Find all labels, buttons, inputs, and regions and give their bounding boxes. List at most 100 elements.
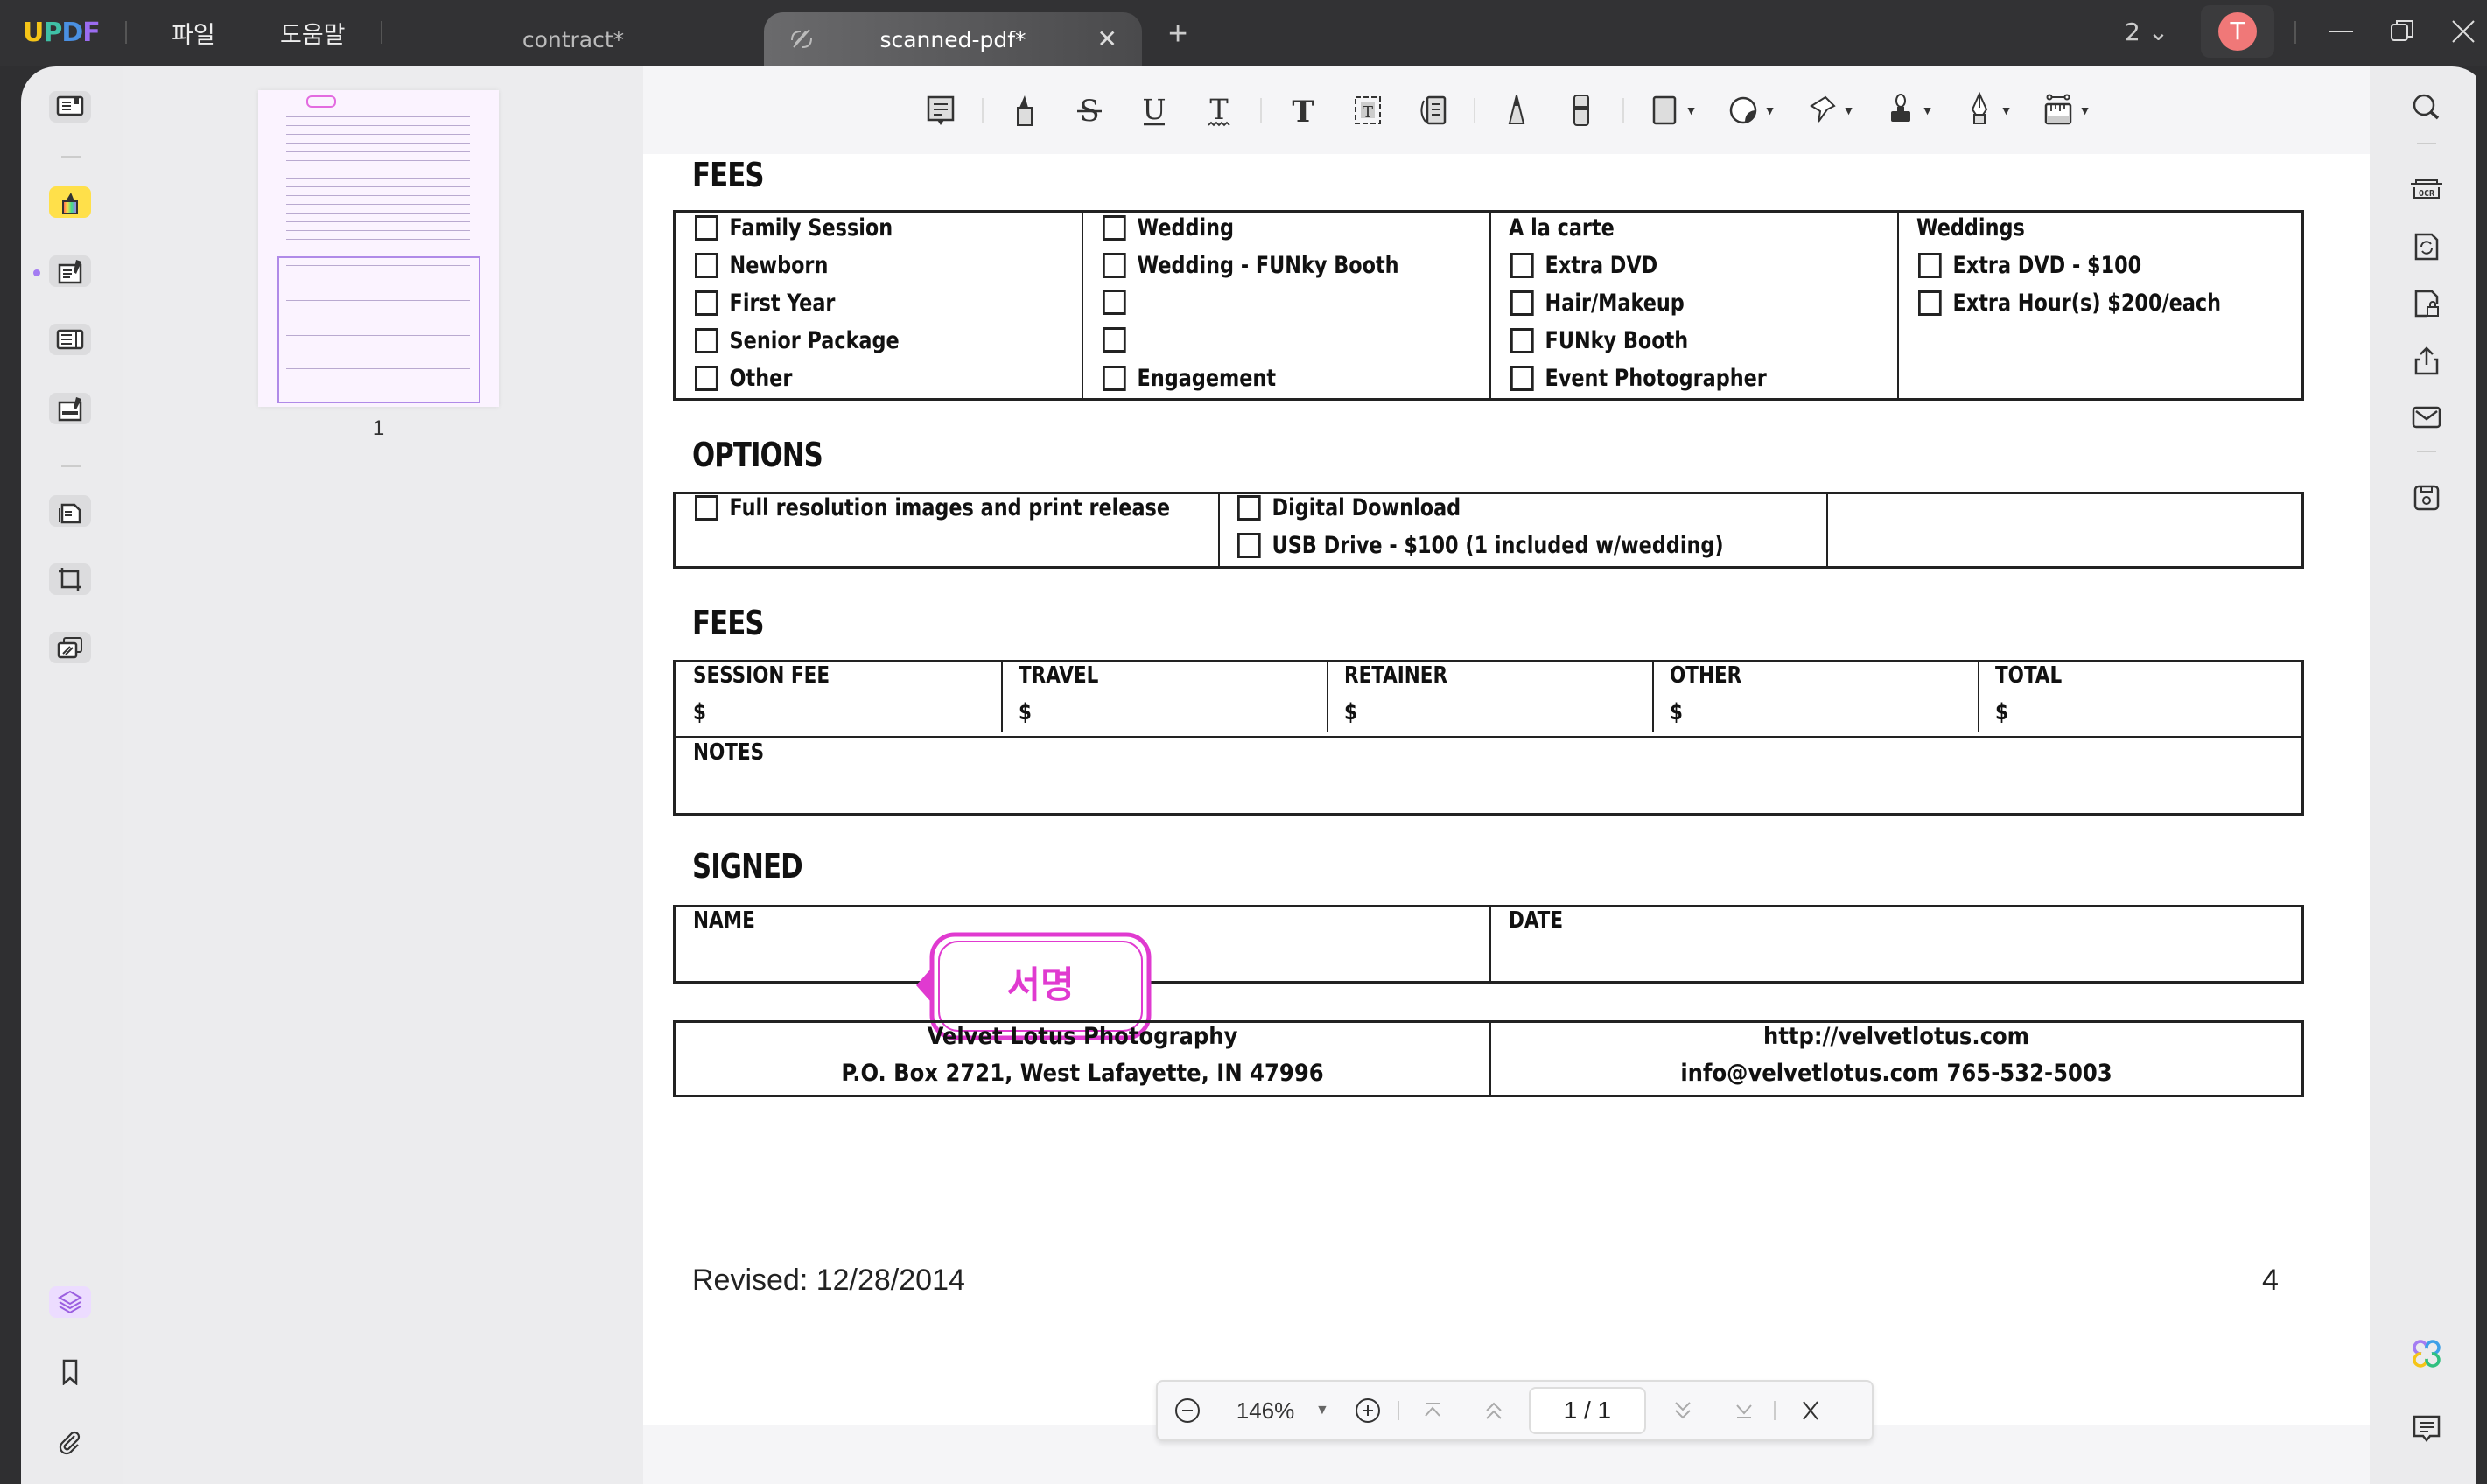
protect-button[interactable]	[2408, 285, 2445, 322]
fee-value[interactable]: $	[1670, 699, 1683, 725]
zoom-level[interactable]: 146%	[1235, 1397, 1296, 1424]
checkbox[interactable]	[695, 366, 718, 391]
checkbox[interactable]	[1103, 253, 1126, 278]
layers-button[interactable]	[49, 1286, 91, 1318]
next-page-button[interactable]	[1669, 1396, 1697, 1424]
checkbox-item[interactable]: Family Session	[695, 214, 893, 242]
checkbox-item[interactable]	[1103, 290, 1138, 315]
fee-value[interactable]: $	[1995, 699, 2008, 725]
checkbox[interactable]	[1103, 366, 1126, 391]
zoom-out-button[interactable]	[1173, 1396, 1201, 1424]
checkbox-item[interactable]: Extra Hour(s) $200/each	[1918, 290, 2221, 317]
crop-button[interactable]	[49, 564, 91, 595]
text-tool[interactable]: T	[1278, 85, 1328, 136]
checkbox[interactable]	[1103, 290, 1126, 315]
checkbox[interactable]	[1510, 366, 1534, 391]
checkbox-item[interactable]	[1103, 327, 1138, 353]
edit-pdf-button[interactable]	[49, 256, 91, 287]
sticker-tool[interactable]: ▼	[1719, 85, 1783, 136]
checkbox[interactable]	[1237, 533, 1261, 558]
ocr-button[interactable]: OCR	[2408, 171, 2445, 207]
pin-tool[interactable]: ▼	[1797, 85, 1862, 136]
fee-value[interactable]: $	[1344, 699, 1357, 725]
checkbox-item[interactable]: Extra DVD - $100	[1918, 252, 2141, 279]
sticky-note-tool[interactable]	[915, 85, 966, 136]
company-website[interactable]: http://velvetlotus.com	[1489, 1023, 2303, 1050]
checkbox-item[interactable]: Digital Download	[1237, 494, 1461, 522]
menu-file[interactable]: 파일	[172, 16, 215, 50]
fill-sign-button[interactable]	[49, 393, 91, 424]
reader-mode-button[interactable]	[49, 91, 91, 122]
email-button[interactable]	[2408, 399, 2445, 436]
checkbox-item[interactable]: Engagement	[1103, 365, 1276, 392]
pencil-tool[interactable]	[1491, 85, 1542, 136]
checkbox-item[interactable]: Event Photographer	[1510, 365, 1767, 392]
eraser-tool[interactable]	[1556, 85, 1607, 136]
measure-tool[interactable]: ▼	[2034, 85, 2098, 136]
search-button[interactable]	[2408, 89, 2445, 126]
checkbox[interactable]	[1918, 290, 1942, 316]
checkbox-item[interactable]: Extra DVD	[1510, 252, 1657, 279]
page-number-input[interactable]: 1 / 1	[1528, 1387, 1646, 1434]
close-navigation-button[interactable]	[1797, 1396, 1825, 1424]
checkbox-item[interactable]: Senior Package	[695, 327, 900, 354]
checkbox-item[interactable]: Newborn	[695, 252, 828, 279]
checkbox[interactable]	[695, 215, 718, 241]
last-page-button[interactable]	[1730, 1396, 1758, 1424]
shape-tool[interactable]: ▼	[1640, 85, 1705, 136]
checkbox-item[interactable]: Hair/Makeup	[1510, 290, 1685, 317]
fee-value[interactable]: $	[693, 699, 706, 725]
stamp-tool[interactable]: ▼	[1876, 85, 1941, 136]
underline-tool[interactable]: U	[1129, 85, 1180, 136]
checkbox-item[interactable]: First Year	[695, 290, 835, 317]
checkbox-item[interactable]: FUNky Booth	[1510, 327, 1688, 354]
watermark-button[interactable]	[49, 632, 91, 663]
save-button[interactable]	[2408, 480, 2445, 516]
text-box-tool[interactable]: T	[1342, 85, 1393, 136]
zoom-in-button[interactable]	[1354, 1396, 1382, 1424]
tab-contract[interactable]: contract*	[438, 12, 709, 66]
checkbox-item[interactable]: USB Drive - $100 (1 included w/wedding)	[1237, 532, 1724, 559]
checkbox-item[interactable]: Wedding - FUNky Booth	[1103, 252, 1399, 279]
first-page-button[interactable]	[1419, 1396, 1447, 1424]
ai-assistant-button[interactable]	[2408, 1335, 2445, 1372]
checkbox-item[interactable]: Wedding	[1103, 214, 1234, 242]
text-callout-tool[interactable]	[1407, 85, 1458, 136]
checkbox[interactable]	[1510, 328, 1534, 354]
checkbox[interactable]	[1918, 253, 1942, 278]
organize-pages-button[interactable]	[49, 495, 91, 527]
close-window-icon[interactable]	[2446, 14, 2481, 49]
share-button[interactable]	[2408, 343, 2445, 380]
minimize-icon[interactable]	[2323, 14, 2358, 49]
checkbox-item[interactable]: Full resolution images and print release	[695, 494, 1170, 522]
checkbox[interactable]	[1510, 290, 1534, 316]
checkbox[interactable]	[695, 328, 718, 354]
zoom-dropdown-icon[interactable]: ▼	[1315, 1403, 1329, 1418]
checkbox[interactable]	[695, 495, 718, 521]
checkbox[interactable]	[1510, 253, 1534, 278]
highlight-tool[interactable]	[999, 85, 1050, 136]
checkbox-item[interactable]: Other	[695, 365, 792, 392]
close-tab-icon[interactable]: ✕	[1097, 24, 1117, 53]
checkbox[interactable]	[1237, 495, 1261, 521]
checkbox[interactable]	[1103, 215, 1126, 241]
bookmark-button[interactable]	[49, 1356, 91, 1388]
checkbox[interactable]	[695, 253, 718, 278]
menu-help[interactable]: 도움말	[280, 16, 346, 50]
account-button[interactable]: T	[2201, 5, 2274, 58]
previous-page-button[interactable]	[1480, 1396, 1508, 1424]
form-button[interactable]	[49, 324, 91, 355]
checkbox[interactable]	[1103, 327, 1126, 353]
tab-scanned-pdf[interactable]: scanned-pdf* ✕	[764, 12, 1142, 66]
fee-value[interactable]: $	[1019, 699, 1032, 725]
signature-tool[interactable]: ▼	[1955, 85, 2020, 136]
comment-mode-button[interactable]	[49, 186, 91, 218]
page-thumbnail[interactable]	[258, 90, 499, 407]
comments-button[interactable]	[2408, 1410, 2445, 1447]
convert-button[interactable]	[2408, 228, 2445, 265]
restore-icon[interactable]	[2385, 14, 2420, 49]
strikethrough-tool[interactable]: S	[1064, 85, 1115, 136]
new-tab-button[interactable]: +	[1168, 16, 1187, 53]
window-count-dropdown[interactable]: 2 ⌄	[2125, 18, 2168, 46]
checkbox[interactable]	[695, 290, 718, 316]
